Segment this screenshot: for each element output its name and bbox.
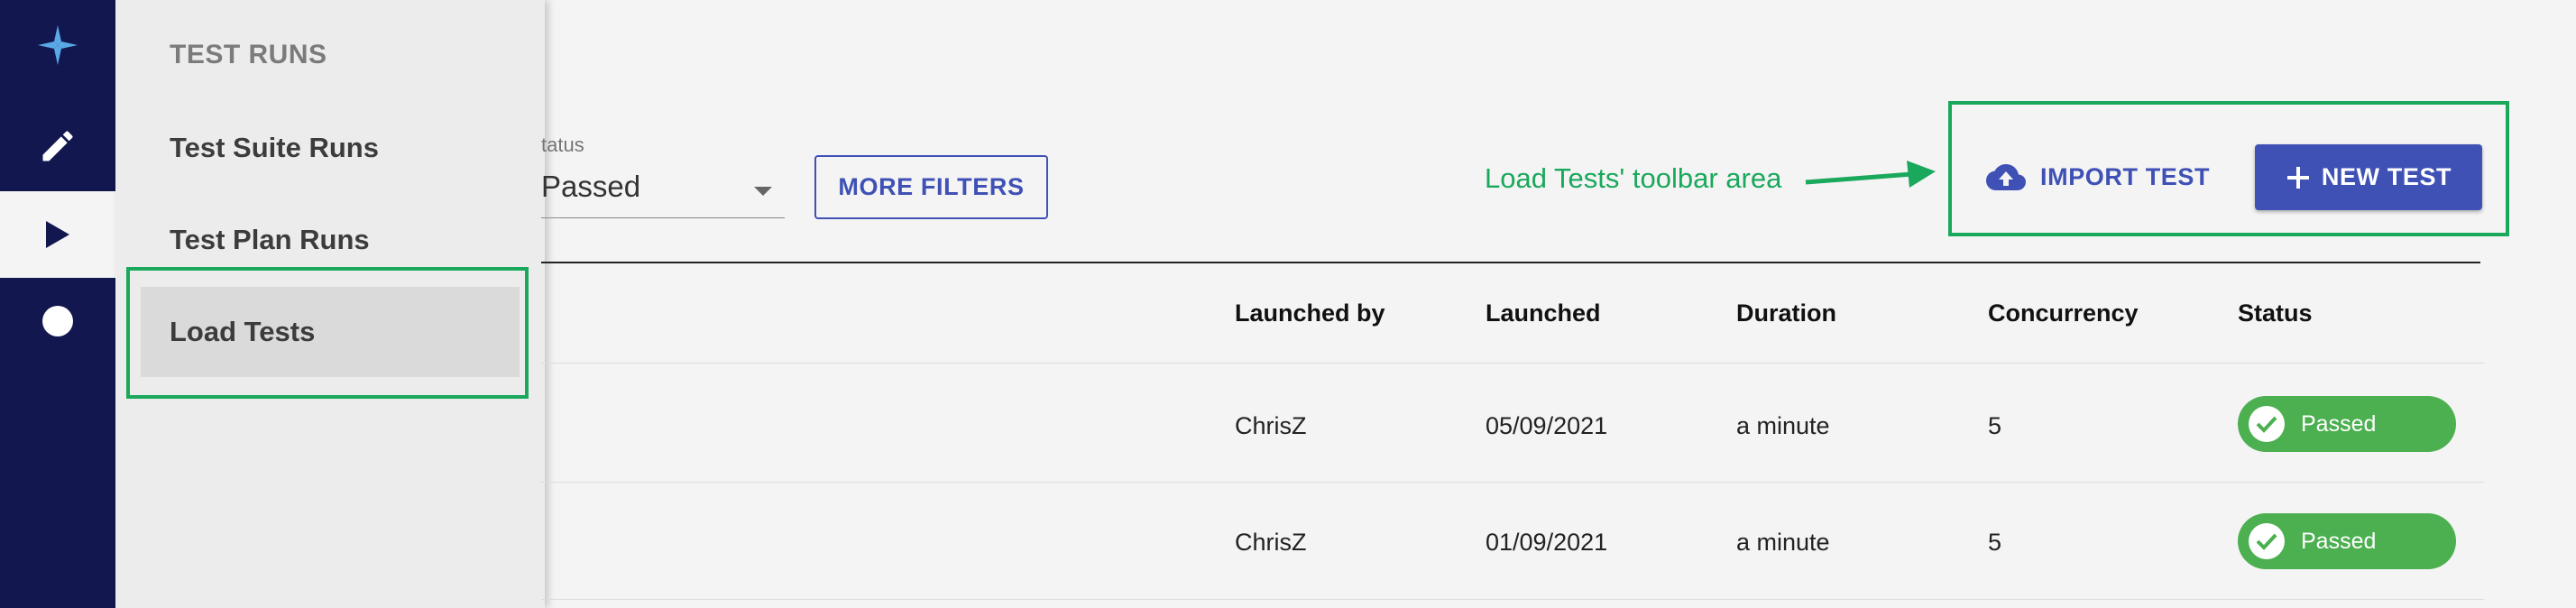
cloud-upload-icon xyxy=(1986,164,2026,190)
app-logo-icon[interactable] xyxy=(0,2,115,88)
column-header-duration[interactable]: Duration xyxy=(1736,299,1836,327)
pencil-icon[interactable] xyxy=(0,103,115,189)
status-filter-value[interactable]: Passed xyxy=(541,170,640,204)
plus-icon xyxy=(2286,166,2309,189)
cell-duration: a minute xyxy=(1736,412,1830,439)
cell-duration: a minute xyxy=(1736,529,1830,556)
check-icon xyxy=(2249,523,2285,559)
cell-launched-by: ChrisZ xyxy=(1235,529,1307,556)
new-test-label: NEW TEST xyxy=(2321,163,2452,190)
icon-rail xyxy=(0,0,115,608)
status-badge-label: Passed xyxy=(2301,410,2377,437)
column-header-status[interactable]: Status xyxy=(2238,299,2313,327)
cell-launched: 05/09/2021 xyxy=(1486,412,1608,439)
status-badge-label: Passed xyxy=(2301,528,2377,554)
row-divider xyxy=(541,599,2484,600)
status-badge[interactable]: Passed xyxy=(2238,396,2456,452)
import-test-button[interactable]: IMPORT TEST xyxy=(1984,144,2210,209)
annotation-load-tests-box xyxy=(126,267,529,399)
cell-concurrency: 5 xyxy=(1988,412,2002,439)
chevron-down-icon[interactable] xyxy=(754,187,772,196)
more-filters-button[interactable]: MORE FILTERS xyxy=(814,155,1048,219)
column-header-launched[interactable]: Launched xyxy=(1486,299,1601,327)
flyout-heading: TEST RUNS xyxy=(170,40,327,69)
table-top-rule xyxy=(541,262,2480,263)
circle-icon[interactable] xyxy=(0,278,115,364)
play-icon[interactable] xyxy=(0,191,115,278)
column-header-launched-by[interactable]: Launched by xyxy=(1235,299,1385,327)
nav-item-test-suite-runs[interactable]: Test Suite Runs xyxy=(141,103,520,193)
row-divider xyxy=(541,363,2484,364)
row-divider xyxy=(541,482,2484,483)
check-icon xyxy=(2249,406,2285,442)
status-filter-label: tatus xyxy=(541,134,584,156)
cell-concurrency: 5 xyxy=(1988,529,2002,556)
cell-launched-by: ChrisZ xyxy=(1235,412,1307,439)
annotation-label: Load Tests' toolbar area xyxy=(1485,162,1782,194)
cell-launched: 01/09/2021 xyxy=(1486,529,1608,556)
column-header-concurrency[interactable]: Concurrency xyxy=(1988,299,2139,327)
import-test-label: IMPORT TEST xyxy=(2040,162,2211,190)
new-test-button[interactable]: NEW TEST xyxy=(2255,144,2482,210)
status-badge[interactable]: Passed xyxy=(2238,513,2456,569)
